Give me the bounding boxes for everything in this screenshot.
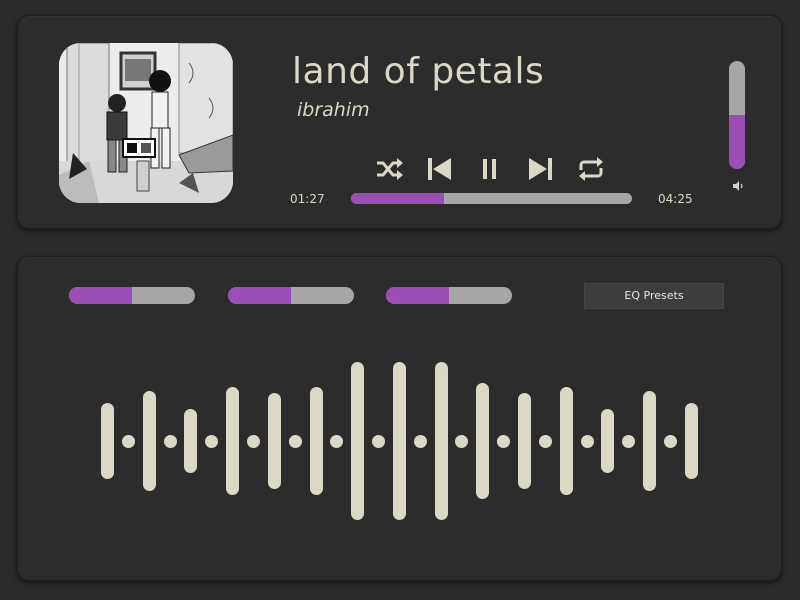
waveform-bar bbox=[351, 362, 365, 520]
pause-icon bbox=[483, 159, 496, 179]
album-art-image bbox=[59, 43, 233, 203]
waveform-bar bbox=[267, 393, 281, 489]
track-title: land of petals bbox=[292, 51, 545, 92]
waveform-bar bbox=[476, 383, 490, 499]
waveform-dot bbox=[288, 434, 302, 448]
waveform-dot bbox=[413, 434, 427, 448]
waveform-bar bbox=[226, 387, 240, 495]
track-artist: ibrahim bbox=[297, 99, 370, 121]
previous-button[interactable] bbox=[425, 154, 453, 184]
waveform-dot bbox=[538, 434, 552, 448]
waveform-dot bbox=[330, 434, 344, 448]
repeat-icon bbox=[579, 157, 603, 181]
shuffle-icon bbox=[377, 158, 403, 180]
waveform-dot bbox=[246, 434, 260, 448]
eq-presets-button[interactable]: EQ Presets bbox=[584, 283, 724, 309]
waveform-bar bbox=[142, 391, 156, 491]
pause-button[interactable] bbox=[479, 154, 501, 184]
eq-slider-fill bbox=[228, 287, 291, 304]
equalizer-panel: EQ Presets bbox=[17, 256, 782, 581]
waveform-bar bbox=[392, 362, 406, 520]
next-icon bbox=[529, 158, 552, 180]
waveform-bar bbox=[601, 409, 615, 473]
waveform-dot bbox=[121, 434, 135, 448]
eq-slider-1[interactable] bbox=[69, 287, 195, 304]
volume-fill bbox=[729, 115, 745, 169]
waveform-dot bbox=[455, 434, 469, 448]
shuffle-button[interactable] bbox=[374, 154, 404, 184]
waveform-dot bbox=[663, 434, 677, 448]
waveform-dot bbox=[580, 434, 594, 448]
eq-slider-3[interactable] bbox=[386, 287, 512, 304]
eq-slider-fill bbox=[386, 287, 449, 304]
waveform-dot bbox=[205, 434, 219, 448]
waveform-dot bbox=[372, 434, 386, 448]
waveform-bar bbox=[518, 393, 531, 489]
waveform-dot bbox=[622, 434, 636, 448]
speaker-icon bbox=[733, 176, 745, 195]
repeat-button[interactable] bbox=[576, 154, 606, 184]
progress-fill bbox=[351, 193, 444, 204]
waveform-bar bbox=[559, 387, 573, 495]
waveform-bar bbox=[184, 409, 198, 473]
waveform-bar bbox=[434, 362, 448, 520]
waveform-dot bbox=[163, 434, 177, 448]
eq-slider-2[interactable] bbox=[228, 287, 354, 304]
player-panel: land of petals ibrahim 01:27 04:25 bbox=[17, 15, 782, 229]
progress-bar[interactable] bbox=[351, 193, 632, 204]
elapsed-time: 01:27 bbox=[290, 192, 325, 206]
previous-icon bbox=[428, 158, 451, 180]
eq-slider-fill bbox=[69, 287, 132, 304]
waveform-bar bbox=[101, 403, 114, 479]
total-duration: 04:25 bbox=[658, 192, 693, 206]
next-button[interactable] bbox=[527, 154, 555, 184]
waveform-dot bbox=[497, 434, 511, 448]
waveform-bar bbox=[309, 387, 323, 495]
waveform-bar bbox=[643, 391, 657, 491]
volume-slider[interactable] bbox=[729, 61, 745, 169]
waveform-bar bbox=[684, 403, 698, 479]
